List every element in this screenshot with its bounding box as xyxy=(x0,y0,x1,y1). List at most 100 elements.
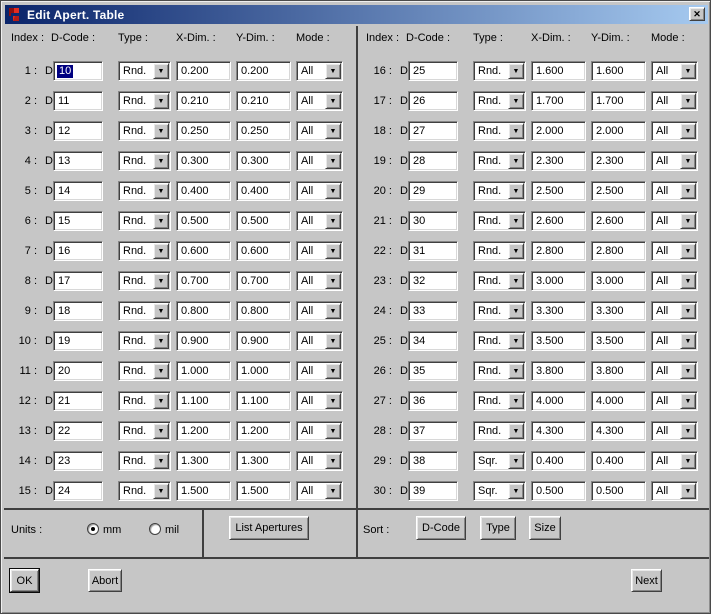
chevron-down-icon[interactable]: ▼ xyxy=(325,273,341,289)
xdim-input[interactable]: 4.300 xyxy=(531,421,586,441)
mode-dropdown[interactable]: All ▼ xyxy=(296,211,343,231)
type-dropdown[interactable]: Rnd. ▼ xyxy=(473,241,526,261)
xdim-input[interactable]: 0.600 xyxy=(176,241,231,261)
ydim-input[interactable]: 2.600 xyxy=(591,211,646,231)
type-dropdown[interactable]: Rnd. ▼ xyxy=(118,151,171,171)
chevron-down-icon[interactable]: ▼ xyxy=(153,333,169,349)
ydim-input[interactable]: 0.400 xyxy=(236,181,291,201)
dcode-input[interactable]: 29 xyxy=(408,181,458,201)
mode-dropdown[interactable]: All ▼ xyxy=(296,481,343,501)
type-dropdown[interactable]: Rnd. ▼ xyxy=(473,301,526,321)
type-dropdown[interactable]: Rnd. ▼ xyxy=(118,181,171,201)
chevron-down-icon[interactable]: ▼ xyxy=(680,183,696,199)
chevron-down-icon[interactable]: ▼ xyxy=(680,63,696,79)
xdim-input[interactable]: 0.400 xyxy=(531,451,586,471)
type-dropdown[interactable]: Rnd. ▼ xyxy=(118,301,171,321)
ydim-input[interactable]: 0.300 xyxy=(236,151,291,171)
mode-dropdown[interactable]: All ▼ xyxy=(296,331,343,351)
xdim-input[interactable]: 1.100 xyxy=(176,391,231,411)
chevron-down-icon[interactable]: ▼ xyxy=(325,213,341,229)
ydim-input[interactable]: 4.300 xyxy=(591,421,646,441)
chevron-down-icon[interactable]: ▼ xyxy=(325,243,341,259)
type-dropdown[interactable]: Rnd. ▼ xyxy=(473,61,526,81)
type-dropdown[interactable]: Rnd. ▼ xyxy=(118,271,171,291)
dcode-input[interactable]: 34 xyxy=(408,331,458,351)
chevron-down-icon[interactable]: ▼ xyxy=(680,123,696,139)
xdim-input[interactable]: 2.500 xyxy=(531,181,586,201)
mode-dropdown[interactable]: All ▼ xyxy=(651,361,698,381)
type-dropdown[interactable]: Rnd. ▼ xyxy=(118,361,171,381)
mode-dropdown[interactable]: All ▼ xyxy=(651,301,698,321)
ok-button[interactable]: OK xyxy=(10,569,39,592)
chevron-down-icon[interactable]: ▼ xyxy=(508,213,524,229)
chevron-down-icon[interactable]: ▼ xyxy=(680,303,696,319)
chevron-down-icon[interactable]: ▼ xyxy=(325,453,341,469)
mode-dropdown[interactable]: All ▼ xyxy=(296,181,343,201)
chevron-down-icon[interactable]: ▼ xyxy=(153,153,169,169)
dcode-input[interactable]: 33 xyxy=(408,301,458,321)
xdim-input[interactable]: 3.500 xyxy=(531,331,586,351)
mode-dropdown[interactable]: All ▼ xyxy=(651,451,698,471)
dcode-input[interactable]: 32 xyxy=(408,271,458,291)
ydim-input[interactable]: 2.500 xyxy=(591,181,646,201)
ydim-input[interactable]: 4.000 xyxy=(591,391,646,411)
xdim-input[interactable]: 2.000 xyxy=(531,121,586,141)
chevron-down-icon[interactable]: ▼ xyxy=(680,393,696,409)
chevron-down-icon[interactable]: ▼ xyxy=(325,123,341,139)
units-mm-label[interactable]: mm xyxy=(103,524,121,536)
type-dropdown[interactable]: Rnd. ▼ xyxy=(473,121,526,141)
xdim-input[interactable]: 0.500 xyxy=(531,481,586,501)
chevron-down-icon[interactable]: ▼ xyxy=(680,153,696,169)
chevron-down-icon[interactable]: ▼ xyxy=(325,93,341,109)
dcode-input[interactable]: 17 xyxy=(53,271,103,291)
xdim-input[interactable]: 0.700 xyxy=(176,271,231,291)
chevron-down-icon[interactable]: ▼ xyxy=(680,93,696,109)
chevron-down-icon[interactable]: ▼ xyxy=(153,123,169,139)
ydim-input[interactable]: 3.800 xyxy=(591,361,646,381)
dcode-input[interactable]: 13 xyxy=(53,151,103,171)
ydim-input[interactable]: 3.000 xyxy=(591,271,646,291)
type-dropdown[interactable]: Rnd. ▼ xyxy=(118,391,171,411)
chevron-down-icon[interactable]: ▼ xyxy=(508,243,524,259)
chevron-down-icon[interactable]: ▼ xyxy=(325,363,341,379)
chevron-down-icon[interactable]: ▼ xyxy=(153,63,169,79)
mode-dropdown[interactable]: All ▼ xyxy=(651,151,698,171)
mode-dropdown[interactable]: All ▼ xyxy=(651,61,698,81)
ydim-input[interactable]: 0.250 xyxy=(236,121,291,141)
mode-dropdown[interactable]: All ▼ xyxy=(651,271,698,291)
type-dropdown[interactable]: Rnd. ▼ xyxy=(473,361,526,381)
xdim-input[interactable]: 4.000 xyxy=(531,391,586,411)
sort-type-button[interactable]: Type xyxy=(480,516,516,540)
mode-dropdown[interactable]: All ▼ xyxy=(296,301,343,321)
chevron-down-icon[interactable]: ▼ xyxy=(508,273,524,289)
chevron-down-icon[interactable]: ▼ xyxy=(325,63,341,79)
type-dropdown[interactable]: Rnd. ▼ xyxy=(473,151,526,171)
dcode-input[interactable]: 28 xyxy=(408,151,458,171)
ydim-input[interactable]: 0.200 xyxy=(236,61,291,81)
chevron-down-icon[interactable]: ▼ xyxy=(508,423,524,439)
dcode-input[interactable]: 35 xyxy=(408,361,458,381)
chevron-down-icon[interactable]: ▼ xyxy=(508,93,524,109)
ydim-input[interactable]: 0.700 xyxy=(236,271,291,291)
mode-dropdown[interactable]: All ▼ xyxy=(651,421,698,441)
ydim-input[interactable]: 1.700 xyxy=(591,91,646,111)
mode-dropdown[interactable]: All ▼ xyxy=(296,391,343,411)
dcode-input[interactable]: 38 xyxy=(408,451,458,471)
mode-dropdown[interactable]: All ▼ xyxy=(651,181,698,201)
dcode-input[interactable]: 19 xyxy=(53,331,103,351)
dcode-input[interactable]: 39 xyxy=(408,481,458,501)
mode-dropdown[interactable]: All ▼ xyxy=(651,91,698,111)
next-button[interactable]: Next xyxy=(631,569,662,592)
type-dropdown[interactable]: Rnd. ▼ xyxy=(118,451,171,471)
ydim-input[interactable]: 1.600 xyxy=(591,61,646,81)
chevron-down-icon[interactable]: ▼ xyxy=(325,333,341,349)
type-dropdown[interactable]: Rnd. ▼ xyxy=(473,91,526,111)
chevron-down-icon[interactable]: ▼ xyxy=(153,303,169,319)
chevron-down-icon[interactable]: ▼ xyxy=(153,483,169,499)
dcode-input[interactable]: 23 xyxy=(53,451,103,471)
ydim-input[interactable]: 2.800 xyxy=(591,241,646,261)
xdim-input[interactable]: 1.700 xyxy=(531,91,586,111)
chevron-down-icon[interactable]: ▼ xyxy=(153,183,169,199)
mode-dropdown[interactable]: All ▼ xyxy=(296,271,343,291)
dcode-input[interactable]: 18 xyxy=(53,301,103,321)
